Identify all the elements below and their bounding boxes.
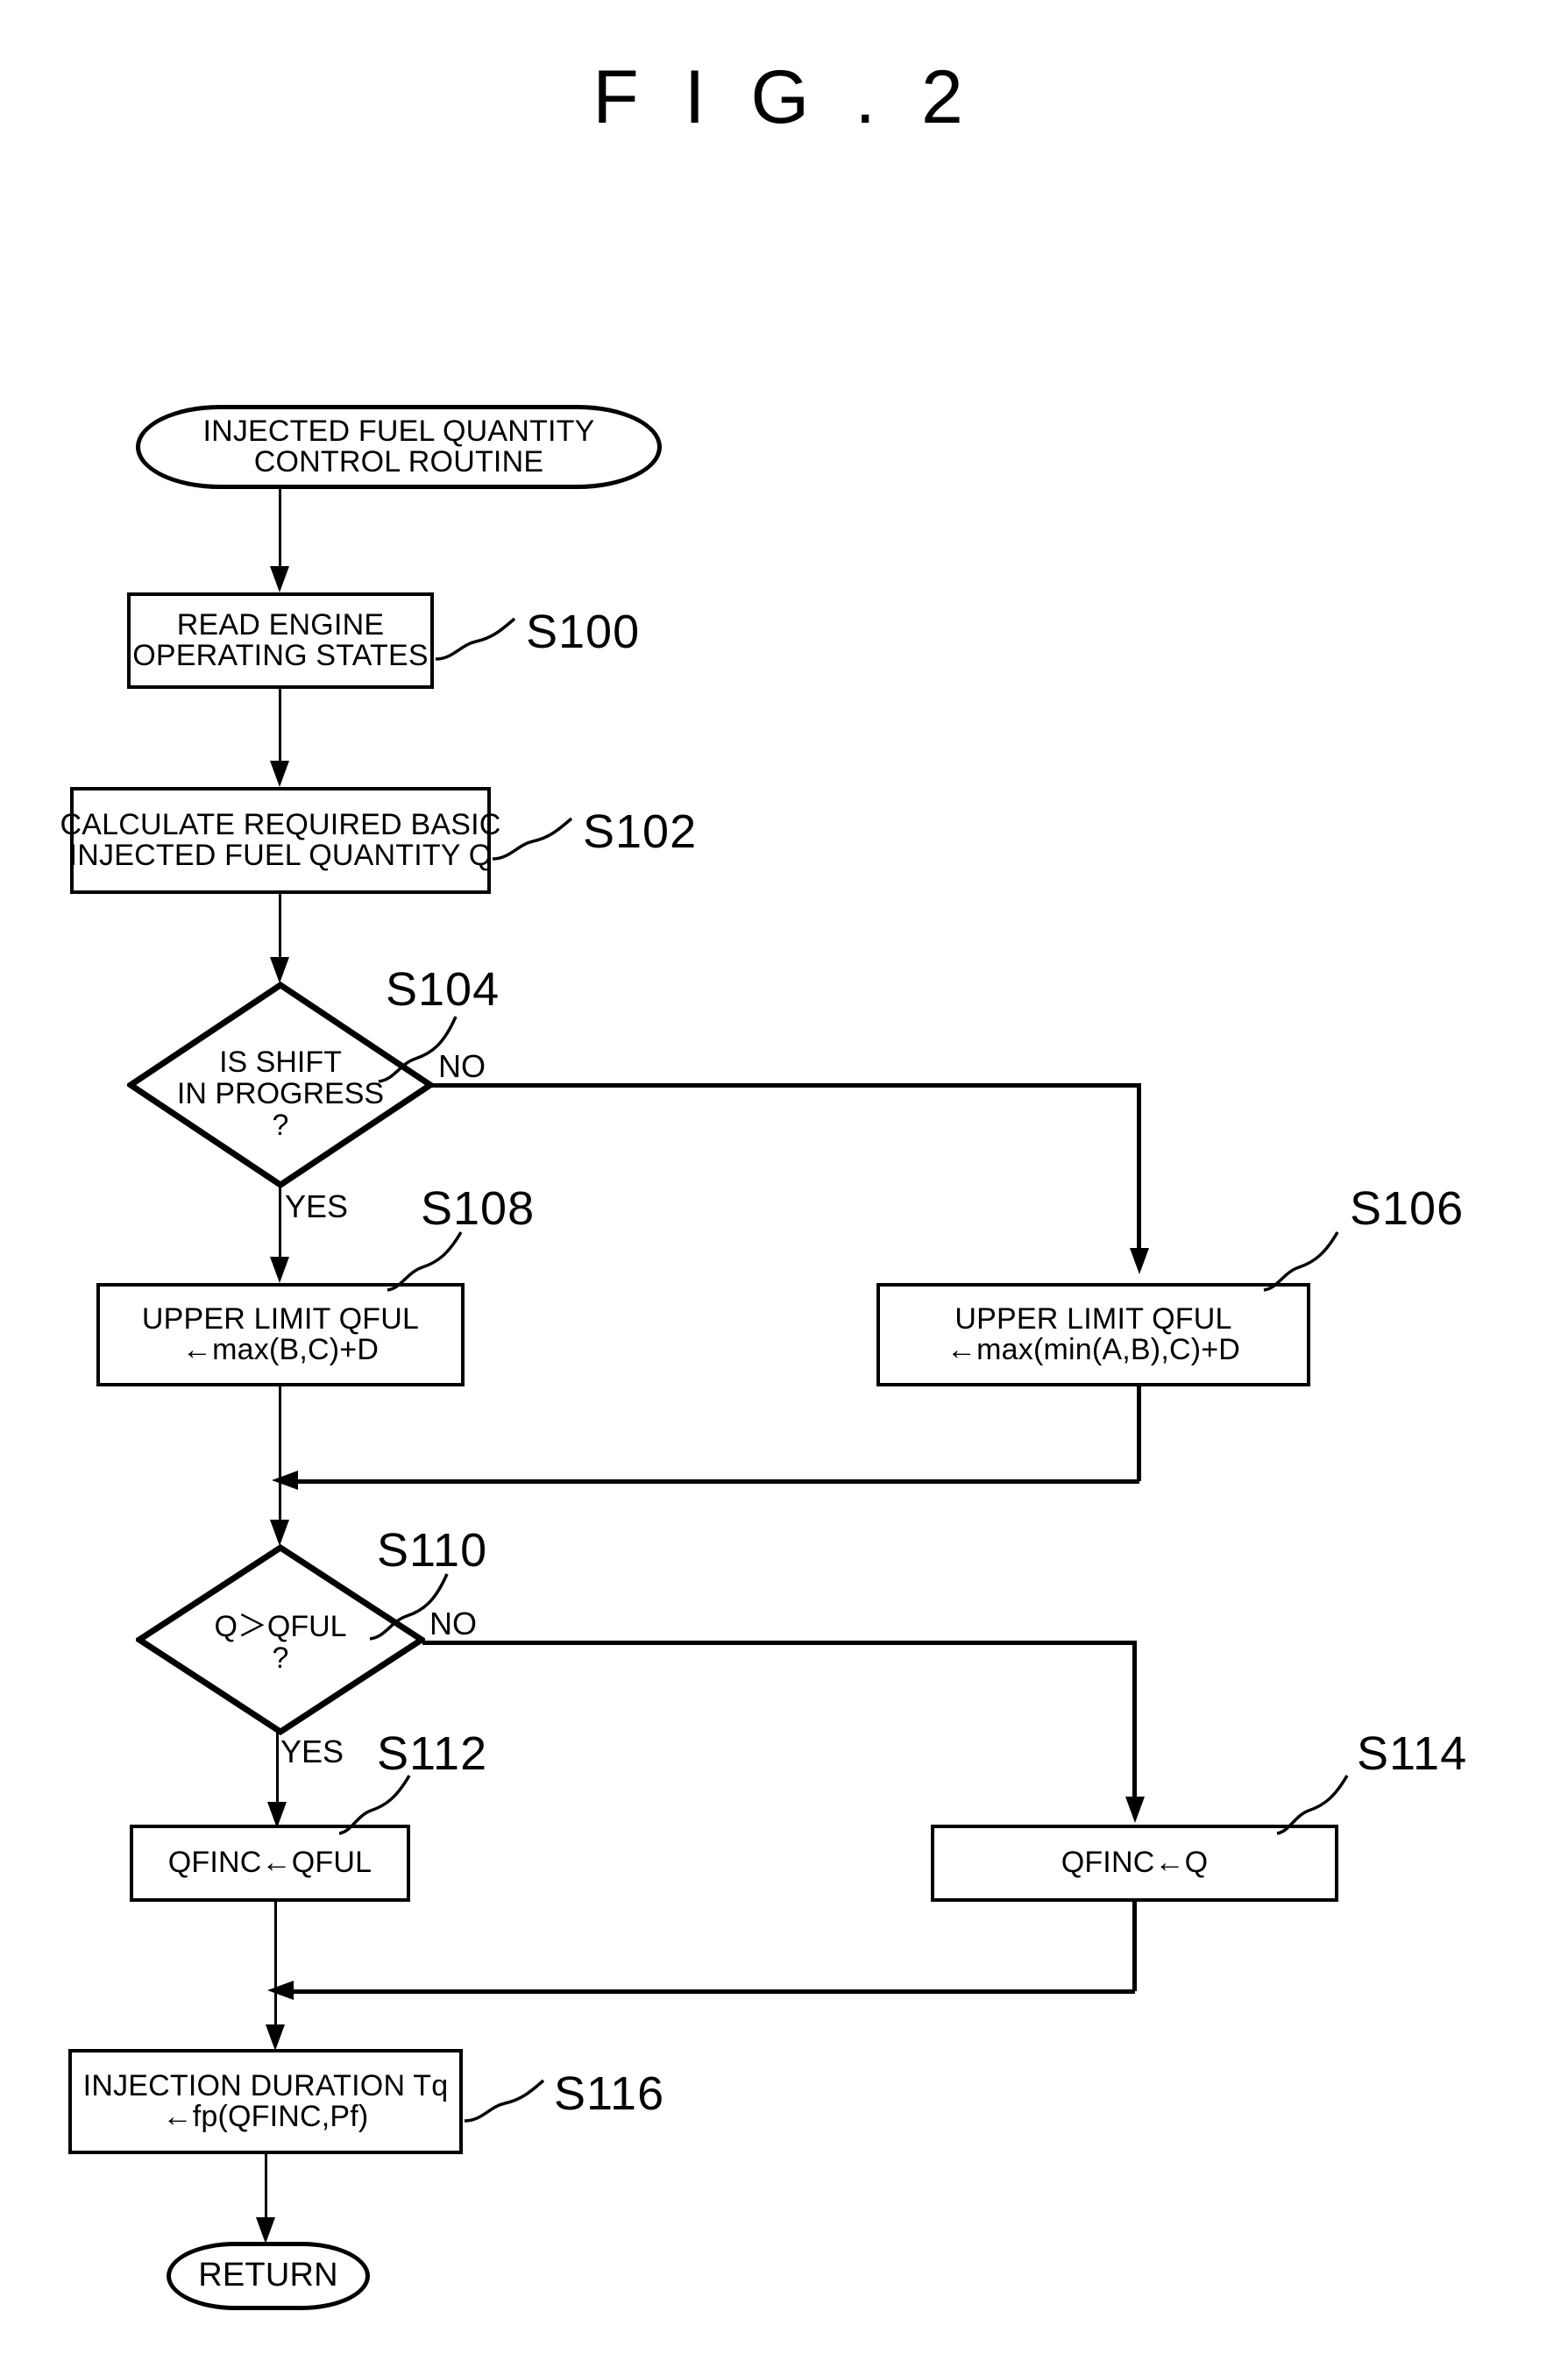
node-s116-line-1: INJECTION DURATION Tq xyxy=(82,2068,449,2102)
connector-s110-no-horizontal xyxy=(422,1641,1137,1645)
arrowhead-s104-no xyxy=(1130,1248,1149,1274)
connector-s104-no-horizontal xyxy=(431,1083,1141,1088)
arrowhead-s110-no xyxy=(1125,1797,1145,1823)
step-tag-s112: S112 xyxy=(377,1727,488,1780)
step-tag-s100: S100 xyxy=(526,606,641,658)
node-s112-line-1: QFINC←QFUL xyxy=(167,1846,372,1880)
connector-s110-no-vertical xyxy=(1132,1641,1137,1814)
node-s102: CALCULATE REQUIRED BASIC INJECTED FUEL Q… xyxy=(60,787,500,894)
connector-s106-merge-horizontal xyxy=(285,1479,1139,1484)
node-start: INJECTED FUEL QUANTITY CONTROL ROUTINE xyxy=(136,405,662,489)
branch-label-s110-no: NO xyxy=(429,1606,477,1641)
step-tag-s114: S114 xyxy=(1357,1727,1468,1780)
leader-s100 xyxy=(435,617,516,661)
step-tag-s102: S102 xyxy=(583,805,698,858)
arrowhead-s104-yes xyxy=(270,1257,289,1283)
node-s116: INJECTION DURATION Tq ←fp(QFINC,Pf) xyxy=(68,2049,463,2154)
branch-label-s110-yes: YES xyxy=(280,1733,344,1769)
figure-title: F I G . 2 xyxy=(592,55,976,139)
connector-s106-exit-vertical xyxy=(1137,1386,1141,1481)
node-return-line-1: RETURN xyxy=(198,2257,338,2294)
leader-s114 xyxy=(1276,1775,1349,1835)
node-s104-line-1: IS SHIFT xyxy=(219,1046,342,1079)
node-s104-line-2: IN PROGRESS xyxy=(176,1077,385,1111)
figure-page: F I G . 2 INJECTED FUEL QUANTITY CONTROL… xyxy=(0,0,1568,2368)
branch-label-s104-yes: YES xyxy=(285,1188,349,1224)
step-tag-s106: S106 xyxy=(1350,1182,1465,1235)
step-tag-s104: S104 xyxy=(386,963,500,1016)
node-s104-label: IS SHIFT IN PROGRESS ? xyxy=(127,1046,434,1141)
connector-s114-merge-horizontal xyxy=(280,1989,1135,1994)
node-s110-line-2: ? xyxy=(272,1641,289,1676)
leader-s106 xyxy=(1263,1231,1339,1292)
connector-s114-exit-vertical xyxy=(1132,1902,1137,1991)
connector-s112-to-s116 xyxy=(274,1902,277,2042)
arrowhead-s112-to-s116 xyxy=(266,2024,285,2051)
node-s110-label: Q＞QFUL ? xyxy=(136,1611,425,1674)
node-s100-line-2: OPERATING STATES xyxy=(132,639,429,672)
leader-s102 xyxy=(492,817,573,861)
arrowhead-s108-to-s110 xyxy=(270,1520,289,1546)
node-s106-line-2: ←max(min(A,B),C)+D xyxy=(946,1333,1241,1366)
node-s108-line-2: ←max(B,C)+D xyxy=(181,1333,380,1366)
node-s108: UPPER LIMIT QFUL ←max(B,C)+D xyxy=(96,1283,465,1386)
connector-s108-to-s110 xyxy=(279,1386,281,1535)
node-s114-line-1: QFINC←Q xyxy=(1061,1846,1209,1880)
node-s116-line-2: ←fp(QFINC,Pf) xyxy=(162,2100,369,2133)
node-s100-line-1: READ ENGINE xyxy=(176,607,385,642)
node-s106: UPPER LIMIT QFUL ←max(min(A,B),C)+D xyxy=(876,1283,1310,1386)
arrowhead-s116-to-return xyxy=(256,2217,275,2244)
node-s102-line-1: CALCULATE REQUIRED BASIC xyxy=(60,807,501,841)
arrowhead-s114-merge xyxy=(267,1981,294,2000)
step-tag-s116: S116 xyxy=(554,2067,665,2120)
leader-s116 xyxy=(464,2079,545,2123)
leader-s108 xyxy=(387,1231,463,1292)
arrowhead-s106-merge xyxy=(272,1471,298,1490)
arrowhead-s100-to-s102 xyxy=(270,761,289,787)
node-s108-line-1: UPPER LIMIT QFUL xyxy=(141,1301,420,1336)
arrowhead-s102-to-s104 xyxy=(270,957,289,983)
branch-label-s104-no: NO xyxy=(438,1048,486,1084)
connector-s104-no-vertical xyxy=(1137,1083,1141,1266)
node-s106-line-1: UPPER LIMIT QFUL xyxy=(954,1301,1232,1336)
arrowhead-start-to-s100 xyxy=(270,566,289,592)
node-start-line-1: INJECTED FUEL QUANTITY xyxy=(202,414,595,448)
node-s102-line-2: INJECTED FUEL QUANTITY Q xyxy=(68,839,493,872)
node-return: RETURN xyxy=(167,2242,370,2310)
step-tag-s110: S110 xyxy=(377,1524,488,1577)
node-s100: READ ENGINE OPERATING STATES xyxy=(127,592,434,689)
leader-s112 xyxy=(338,1775,411,1835)
node-s104-line-3: ? xyxy=(272,1109,289,1143)
node-start-line-2: CONTROL ROUTINE xyxy=(253,445,544,479)
step-tag-s108: S108 xyxy=(421,1182,536,1235)
node-s110-line-1: Q＞QFUL xyxy=(214,1610,347,1643)
